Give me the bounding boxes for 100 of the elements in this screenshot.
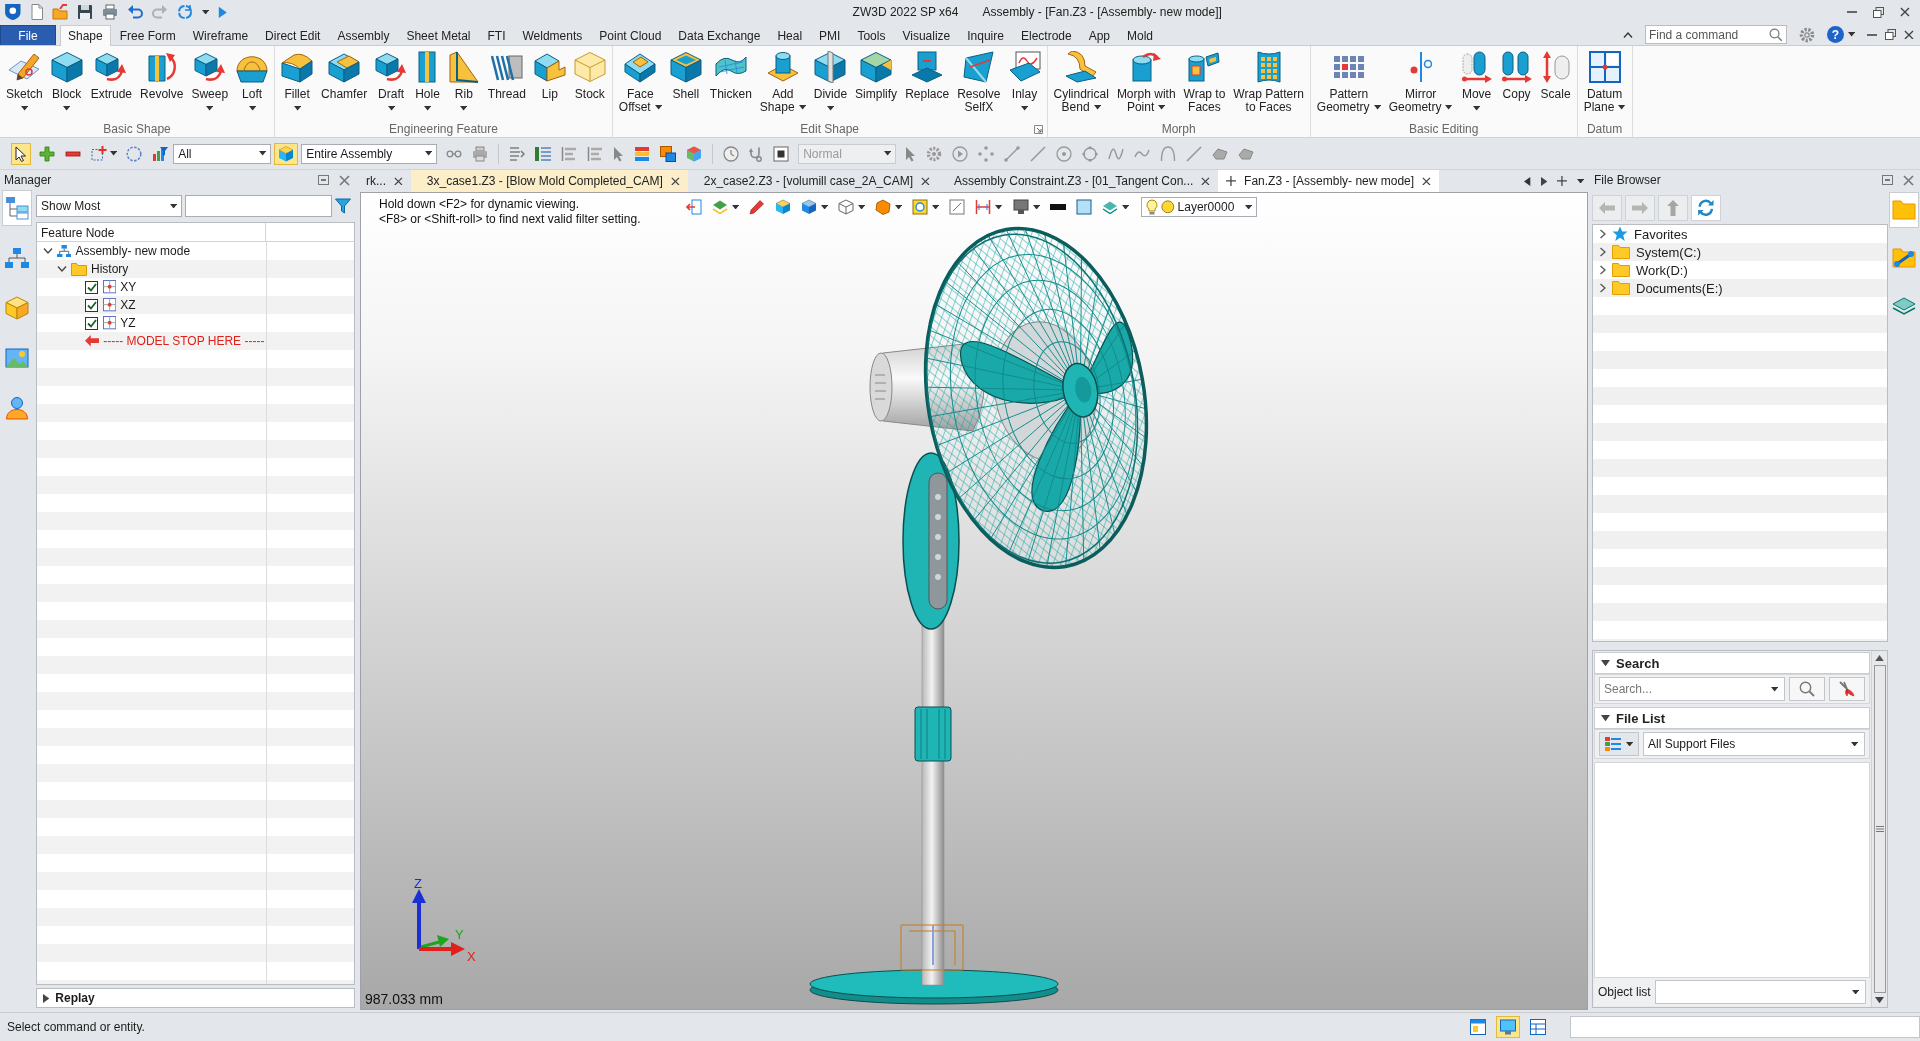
line-icon[interactable] [1004, 145, 1021, 162]
command-button[interactable]: Lip [529, 51, 570, 121]
command-button[interactable]: Stock [569, 51, 610, 121]
align-icon[interactable] [587, 145, 604, 162]
checkbox[interactable] [85, 298, 98, 312]
caret-icon[interactable] [895, 204, 903, 210]
vertical-scrollbar[interactable] [1871, 651, 1887, 1007]
ribbon-tab[interactable]: FTI [479, 25, 514, 45]
command-button[interactable]: Copy [1496, 51, 1537, 121]
ribbon-tab[interactable]: Direct Edit [257, 25, 329, 45]
bar-icon[interactable] [1049, 204, 1066, 210]
folder-icon[interactable] [51, 4, 68, 20]
circular-arrows-icon[interactable] [176, 4, 193, 20]
command-button[interactable]: Cylindrical Bend [1049, 51, 1113, 121]
command-button[interactable]: Revolve [136, 51, 188, 121]
command-button[interactable]: Hole [411, 51, 444, 121]
tree-item[interactable]: XZ [37, 296, 265, 314]
document-tab[interactable]: Fan.Z3 - [Assembly- new mode] [1218, 170, 1439, 192]
undo-arrow-icon[interactable] [126, 5, 143, 19]
command-button[interactable]: Simplify [851, 51, 902, 121]
triangle-right-icon[interactable] [1540, 176, 1547, 186]
ribbon-tab[interactable]: Assembly [329, 25, 398, 45]
command-button[interactable]: Chamfer [317, 51, 372, 121]
triangle-left-icon[interactable] [1524, 176, 1531, 186]
command-button[interactable]: Sketch [2, 51, 47, 121]
caret-icon[interactable] [1576, 178, 1584, 184]
link-icon[interactable] [446, 149, 463, 158]
close-icon[interactable] [1422, 176, 1431, 186]
command-button[interactable]: Mirror Geometry [1384, 51, 1457, 121]
file-tree-item[interactable]: Work(D:) [1593, 261, 1887, 279]
assembly-filter-button[interactable] [274, 142, 299, 165]
command-button[interactable]: Draft [371, 51, 412, 121]
list-icon[interactable] [535, 145, 552, 162]
layer-dropdown[interactable]: Layer0000 [1141, 197, 1257, 217]
align-icon[interactable] [561, 145, 578, 162]
file-tree-item[interactable]: Documents(E:) [1593, 279, 1887, 297]
pentagon-icon[interactable] [1238, 147, 1255, 160]
file-menu-button[interactable]: File [0, 25, 56, 45]
view-mode-button[interactable] [1599, 732, 1639, 756]
command-button[interactable]: Thicken [705, 51, 756, 121]
printer-icon[interactable] [472, 145, 489, 162]
command-button[interactable]: Face Offset [614, 51, 666, 121]
cube-icon[interactable] [686, 145, 703, 162]
settings-icon[interactable] [1798, 26, 1815, 43]
close-icon[interactable] [670, 176, 680, 186]
close-icon[interactable] [394, 176, 403, 186]
window-icon[interactable] [1882, 175, 1893, 185]
caret-icon[interactable] [1032, 204, 1040, 210]
caret-icon[interactable] [857, 204, 866, 210]
caret-icon[interactable] [201, 9, 209, 15]
command-button[interactable]: Wrap to Faces [1179, 51, 1230, 121]
plus-icon[interactable] [39, 145, 55, 162]
command-button[interactable]: Resolve SelfX [953, 51, 1005, 121]
ribbon-tab[interactable]: Electrode [1012, 25, 1080, 45]
command-button[interactable]: Extrude [86, 51, 137, 121]
command-button[interactable]: Sweep [187, 51, 233, 121]
search-button[interactable] [1789, 677, 1825, 701]
scrollbar-thumb[interactable] [1873, 665, 1886, 993]
command-button[interactable]: Scale [1536, 51, 1575, 121]
color-list-icon[interactable] [634, 146, 651, 161]
box-select-icon[interactable] [91, 146, 107, 161]
command-button[interactable]: Datum Plane [1579, 51, 1630, 121]
document-tab[interactable]: rk... [360, 170, 411, 192]
dock-tab[interactable] [1889, 192, 1919, 228]
monitor-icon[interactable] [1012, 199, 1029, 215]
app-logo-icon[interactable] [4, 3, 22, 21]
command-button[interactable]: Replace [901, 51, 954, 121]
scope-dropdown[interactable]: Entire Assembly [301, 143, 438, 164]
plus-icon[interactable] [1556, 176, 1567, 186]
3d-viewport[interactable]: Hold down <F2> for dynamic viewing. <F8> or <Shift-roll> to find next valid filter setting. Layer0000 Z Y X 987.033 mm [360, 192, 1588, 1010]
search-field[interactable]: Search... [1599, 677, 1785, 701]
restore-icon[interactable] [1873, 6, 1885, 18]
view-toggle-button[interactable] [1496, 1016, 1520, 1038]
show-filter-dropdown[interactable]: Show Most [36, 195, 182, 217]
file-type-dropdown[interactable]: All Support Files [1643, 732, 1865, 756]
ribbon-tab[interactable]: Sheet Metal [398, 25, 479, 45]
ribbon-tab[interactable]: App [1080, 25, 1119, 45]
ribbon-tab[interactable]: Heal [769, 25, 811, 45]
layers-icon[interactable] [1101, 200, 1118, 214]
curve-icon[interactable] [1108, 146, 1125, 161]
refresh-button[interactable] [1691, 195, 1721, 221]
command-button[interactable]: Loft [232, 51, 273, 121]
wave-icon[interactable] [1134, 148, 1151, 159]
command-button[interactable]: Divide [809, 51, 852, 121]
caret-icon[interactable] [1770, 687, 1778, 692]
caret-icon[interactable] [820, 204, 828, 210]
dialog-launcher-icon[interactable] [1033, 124, 1043, 134]
document-tab[interactable]: Assembly Constraint.Z3 - [01_Tangent Con... [937, 170, 1219, 192]
command-button[interactable]: Block [46, 51, 87, 121]
ribbon-tab[interactable]: Mold [1119, 25, 1162, 45]
ribbon-tab[interactable]: Inquire [959, 25, 1012, 45]
dock-tab[interactable] [2, 190, 32, 226]
pointer-icon[interactable] [613, 145, 625, 162]
line-icon[interactable] [1186, 145, 1203, 162]
play-icon[interactable] [952, 145, 969, 162]
ribbon-tab[interactable]: Visualize [894, 25, 959, 45]
section-header[interactable]: Search [1594, 652, 1870, 674]
dimension-icon[interactable] [975, 199, 992, 215]
selection-filter-dropdown[interactable]: All [173, 143, 272, 164]
ribbon-tab[interactable]: Shape [60, 25, 111, 46]
